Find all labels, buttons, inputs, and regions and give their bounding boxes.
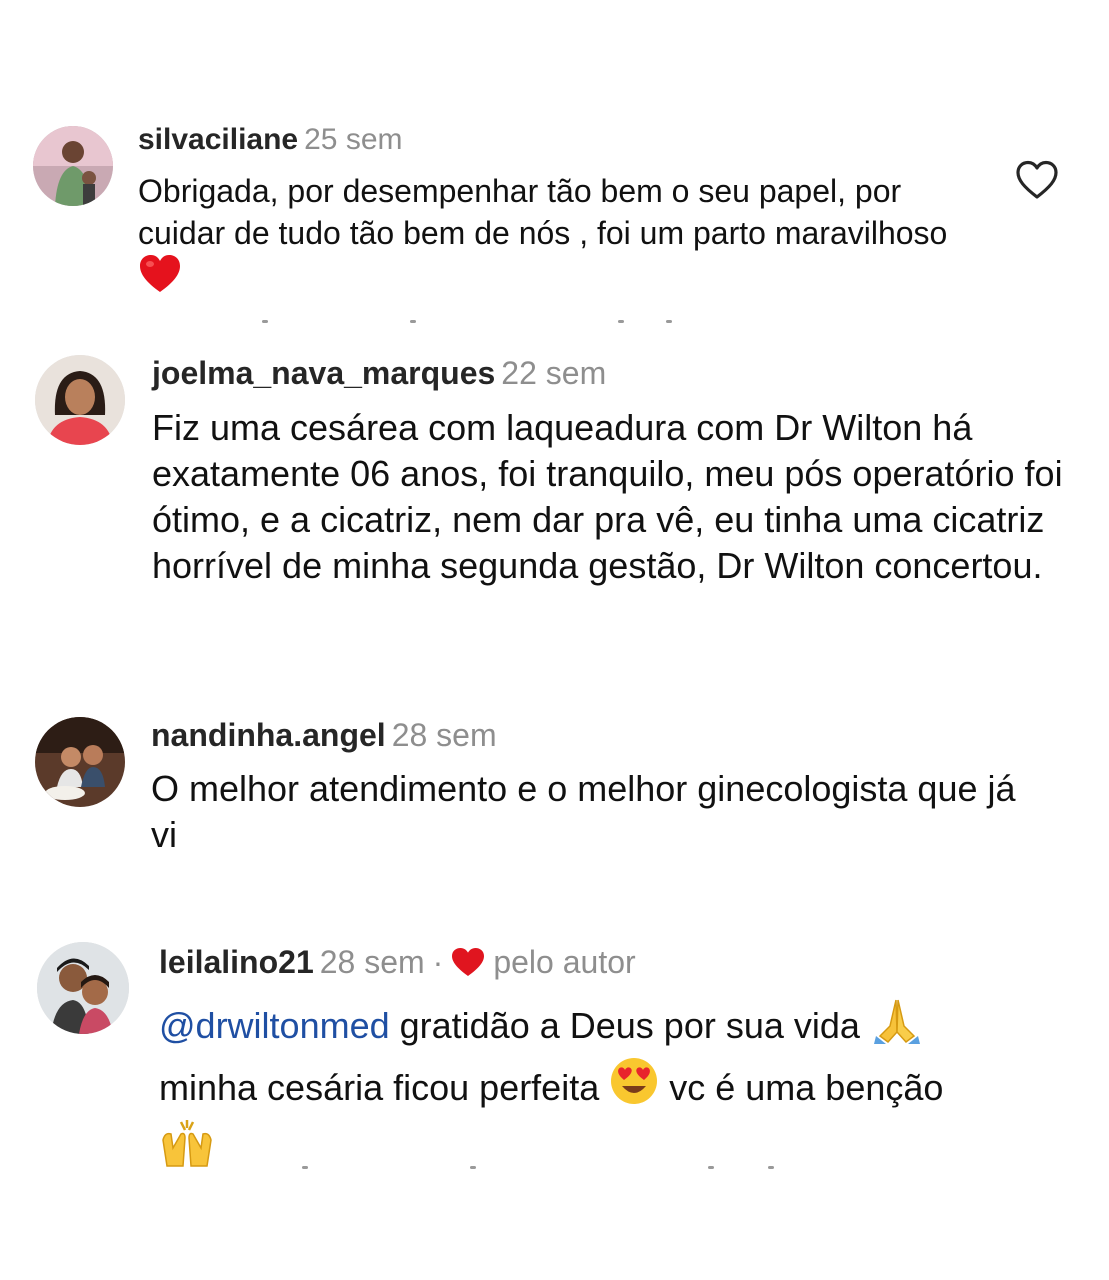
mention-link[interactable]: @drwiltonmed xyxy=(159,1005,390,1046)
comment-line: minha cesária ficou perfeita vc é uma be… xyxy=(159,1056,1104,1118)
folded-hands-emoji xyxy=(870,996,924,1056)
comment-text: @drwiltonmed gratidão a Deus por sua vid… xyxy=(159,996,1104,1180)
raising-hands-emoji xyxy=(159,1118,215,1180)
comment-line xyxy=(159,1118,1104,1180)
comment-body: gratidão a Deus por sua vida xyxy=(389,1005,860,1046)
heart-filled-icon xyxy=(452,948,485,976)
heart-eyes-emoji xyxy=(609,1056,659,1118)
username[interactable]: silvaciliane xyxy=(138,123,298,156)
author-liked-label: pelo autor xyxy=(493,944,636,980)
avatar[interactable] xyxy=(37,942,129,1034)
timestamp: 28 sem xyxy=(391,717,497,753)
comment-meta: silvaciliane 25 sem xyxy=(138,122,403,158)
avatar[interactable] xyxy=(35,717,125,807)
avatar[interactable] xyxy=(35,355,125,445)
separator-dot: · xyxy=(432,944,444,980)
comment-meta: leilalino21 28 sem · pelo autor xyxy=(159,943,636,981)
timestamp: 28 sem xyxy=(319,944,425,980)
clipped-divider xyxy=(262,320,682,324)
username[interactable]: leilalino21 xyxy=(159,944,314,980)
comment-meta: joelma_nava_marques 22 sem xyxy=(152,354,606,392)
comment-body: vc é uma benção xyxy=(659,1067,944,1108)
heart-outline-icon[interactable] xyxy=(1015,160,1059,200)
timestamp: 25 sem xyxy=(304,123,403,156)
comment-line: @drwiltonmed gratidão a Deus por sua vid… xyxy=(159,996,1104,1056)
clipped-divider xyxy=(302,1166,782,1170)
comment-body: minha cesária ficou perfeita xyxy=(159,1067,600,1108)
comment-text: O melhor atendimento e o melhor ginecolo… xyxy=(151,768,1016,855)
comment-meta: nandinha.angel 28 sem xyxy=(151,716,497,754)
timestamp: 22 sem xyxy=(501,355,607,391)
username[interactable]: joelma_nava_marques xyxy=(152,355,495,391)
username[interactable]: nandinha.angel xyxy=(151,717,386,753)
comment-text: Fiz uma cesárea com laqueadura com Dr Wi… xyxy=(152,407,1063,586)
red-heart-emoji xyxy=(138,254,182,304)
avatar[interactable] xyxy=(33,126,113,206)
comment-body: Obrigada, por desempenhar tão bem o seu … xyxy=(138,173,948,251)
comment-text: Obrigada, por desempenhar tão bem o seu … xyxy=(138,170,978,304)
